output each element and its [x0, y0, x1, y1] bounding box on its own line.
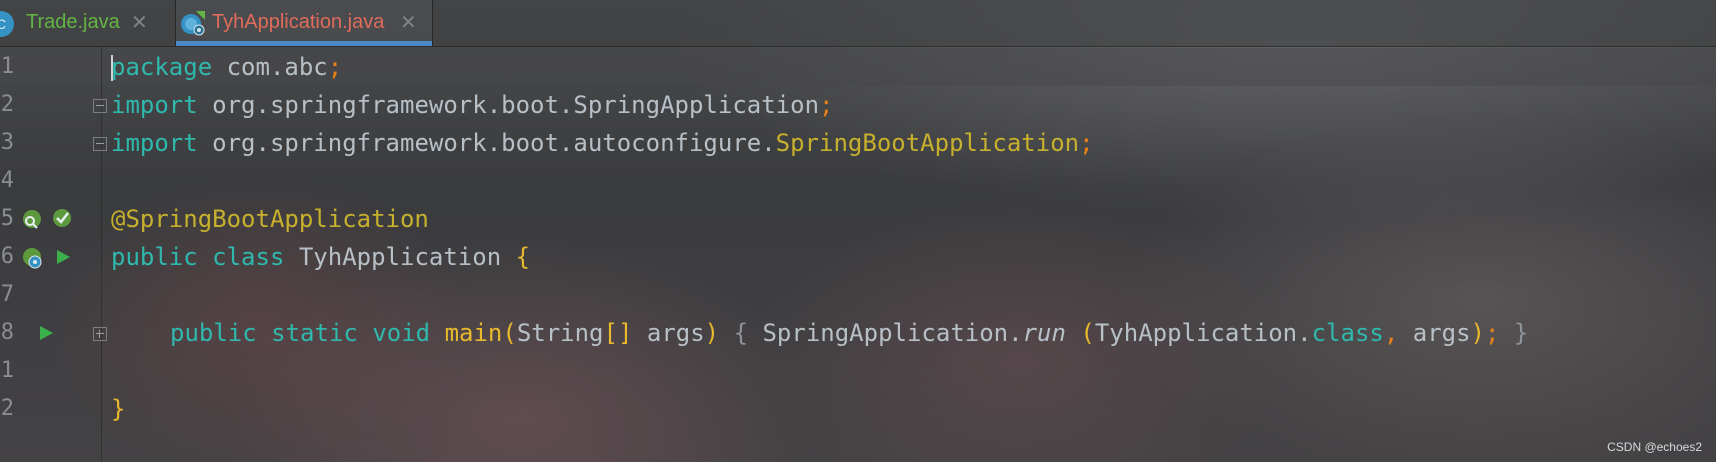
import-path: org.springframework.boot.autoconfigure. — [197, 129, 776, 157]
close-brace: } — [111, 395, 126, 423]
spring-boot-app-icon — [181, 11, 205, 36]
line-number: 2 — [0, 396, 14, 421]
semicolon: ; — [819, 91, 834, 119]
argument: TyhApplication. — [1094, 319, 1312, 347]
package-name: com.abc — [212, 53, 328, 81]
paren: ) — [704, 319, 720, 347]
keyword: public — [170, 319, 257, 347]
paren: ) — [1470, 319, 1485, 347]
text-cursor — [111, 55, 113, 81]
type-name: String — [516, 319, 604, 347]
code-line: 8 public static void main(String[] args)… — [0, 314, 1716, 352]
code-line: 1 — [0, 352, 1716, 390]
code-line: 2 import org.springframework.boot.Spring… — [0, 86, 1716, 124]
line-number: 6 — [0, 244, 14, 269]
close-icon[interactable]: ✕ — [131, 10, 148, 35]
fold-collapse-icon[interactable] — [93, 99, 107, 113]
spring-bean-search-icon[interactable] — [20, 208, 44, 232]
active-tab-indicator — [176, 41, 432, 46]
semicolon: ; — [1485, 319, 1500, 347]
tab-label: Trade.java — [26, 11, 120, 33]
parameter: args — [632, 319, 705, 347]
tab-divider — [432, 0, 433, 46]
java-class-icon: C — [0, 11, 14, 37]
keyword: class — [1311, 319, 1384, 347]
code-line: 4 — [0, 162, 1716, 200]
code-line: 5 @SpringBootApplication — [0, 200, 1716, 238]
code-text: @SpringBootApplication — [111, 200, 429, 238]
argument: args — [1398, 319, 1471, 347]
class-name: TyhApplication — [284, 243, 516, 271]
code-line: 7 — [0, 276, 1716, 314]
code-text: public static void main(String[] args) {… — [170, 314, 1528, 352]
folded-brace[interactable]: { — [719, 319, 762, 347]
keyword: import — [111, 91, 198, 119]
keyword: static — [271, 319, 358, 347]
line-number: 8 — [0, 320, 14, 345]
annotation-reference: SpringBootApplication — [775, 129, 1080, 157]
semicolon: ; — [327, 53, 343, 81]
keyword: package — [111, 53, 213, 81]
line-number: 1 — [0, 54, 14, 79]
keyword: void — [372, 319, 431, 347]
line-number: 2 — [0, 92, 14, 117]
line-number: 4 — [0, 168, 14, 193]
folded-brace[interactable]: } — [1499, 319, 1528, 347]
tab-label: TyhApplication.java — [212, 11, 385, 33]
method-name: main — [444, 319, 503, 347]
code-line: 2 } — [0, 390, 1716, 428]
close-icon[interactable]: ✕ — [400, 10, 417, 35]
static-method-call: run — [1022, 319, 1066, 347]
run-icon[interactable] — [37, 324, 55, 342]
paren: ( — [1080, 319, 1095, 347]
keyword: class — [212, 243, 285, 271]
line-number: 5 — [0, 206, 14, 231]
spring-config-check-icon[interactable] — [50, 206, 74, 230]
run-icon[interactable] — [54, 248, 72, 266]
code-text: } — [111, 390, 125, 428]
editor-tab-bar: C Trade.java ✕ TyhApplication.java ✕ — [0, 0, 1716, 47]
code-text: import org.springframework.boot.SpringAp… — [111, 86, 833, 124]
tab-tyhapplication-java[interactable]: TyhApplication.java ✕ — [176, 0, 432, 46]
keyword: public — [111, 243, 198, 271]
array-brackets: [] — [603, 319, 633, 347]
code-text: public class TyhApplication { — [111, 238, 530, 276]
spring-boot-app-icon[interactable] — [20, 245, 46, 271]
fold-expand-icon[interactable] — [93, 327, 107, 341]
tab-trade-java[interactable]: C Trade.java ✕ — [0, 0, 175, 46]
watermark: CSDN @echoes2 — [1607, 440, 1702, 454]
line-number: 1 — [0, 358, 14, 383]
paren: ( — [502, 319, 517, 347]
fold-end-icon[interactable] — [93, 137, 107, 151]
comma: , — [1383, 319, 1399, 347]
annotation: @SpringBootApplication — [111, 205, 429, 233]
code-line: 3 import org.springframework.boot.autoco… — [0, 124, 1716, 162]
code-text: import org.springframework.boot.autoconf… — [111, 124, 1094, 162]
code-line: 1 package com.abc; — [0, 48, 1716, 86]
code-text: package com.abc; — [111, 48, 342, 86]
import-path: org.springframework.boot.SpringApplicati… — [197, 91, 820, 119]
code-line: 6 public class TyhApplication { — [0, 238, 1716, 276]
line-number: 7 — [0, 282, 14, 307]
line-number: 3 — [0, 130, 14, 155]
keyword: import — [111, 129, 198, 157]
call-object: SpringApplication. — [762, 319, 1023, 347]
semicolon: ; — [1079, 129, 1094, 157]
open-brace: { — [515, 243, 531, 271]
